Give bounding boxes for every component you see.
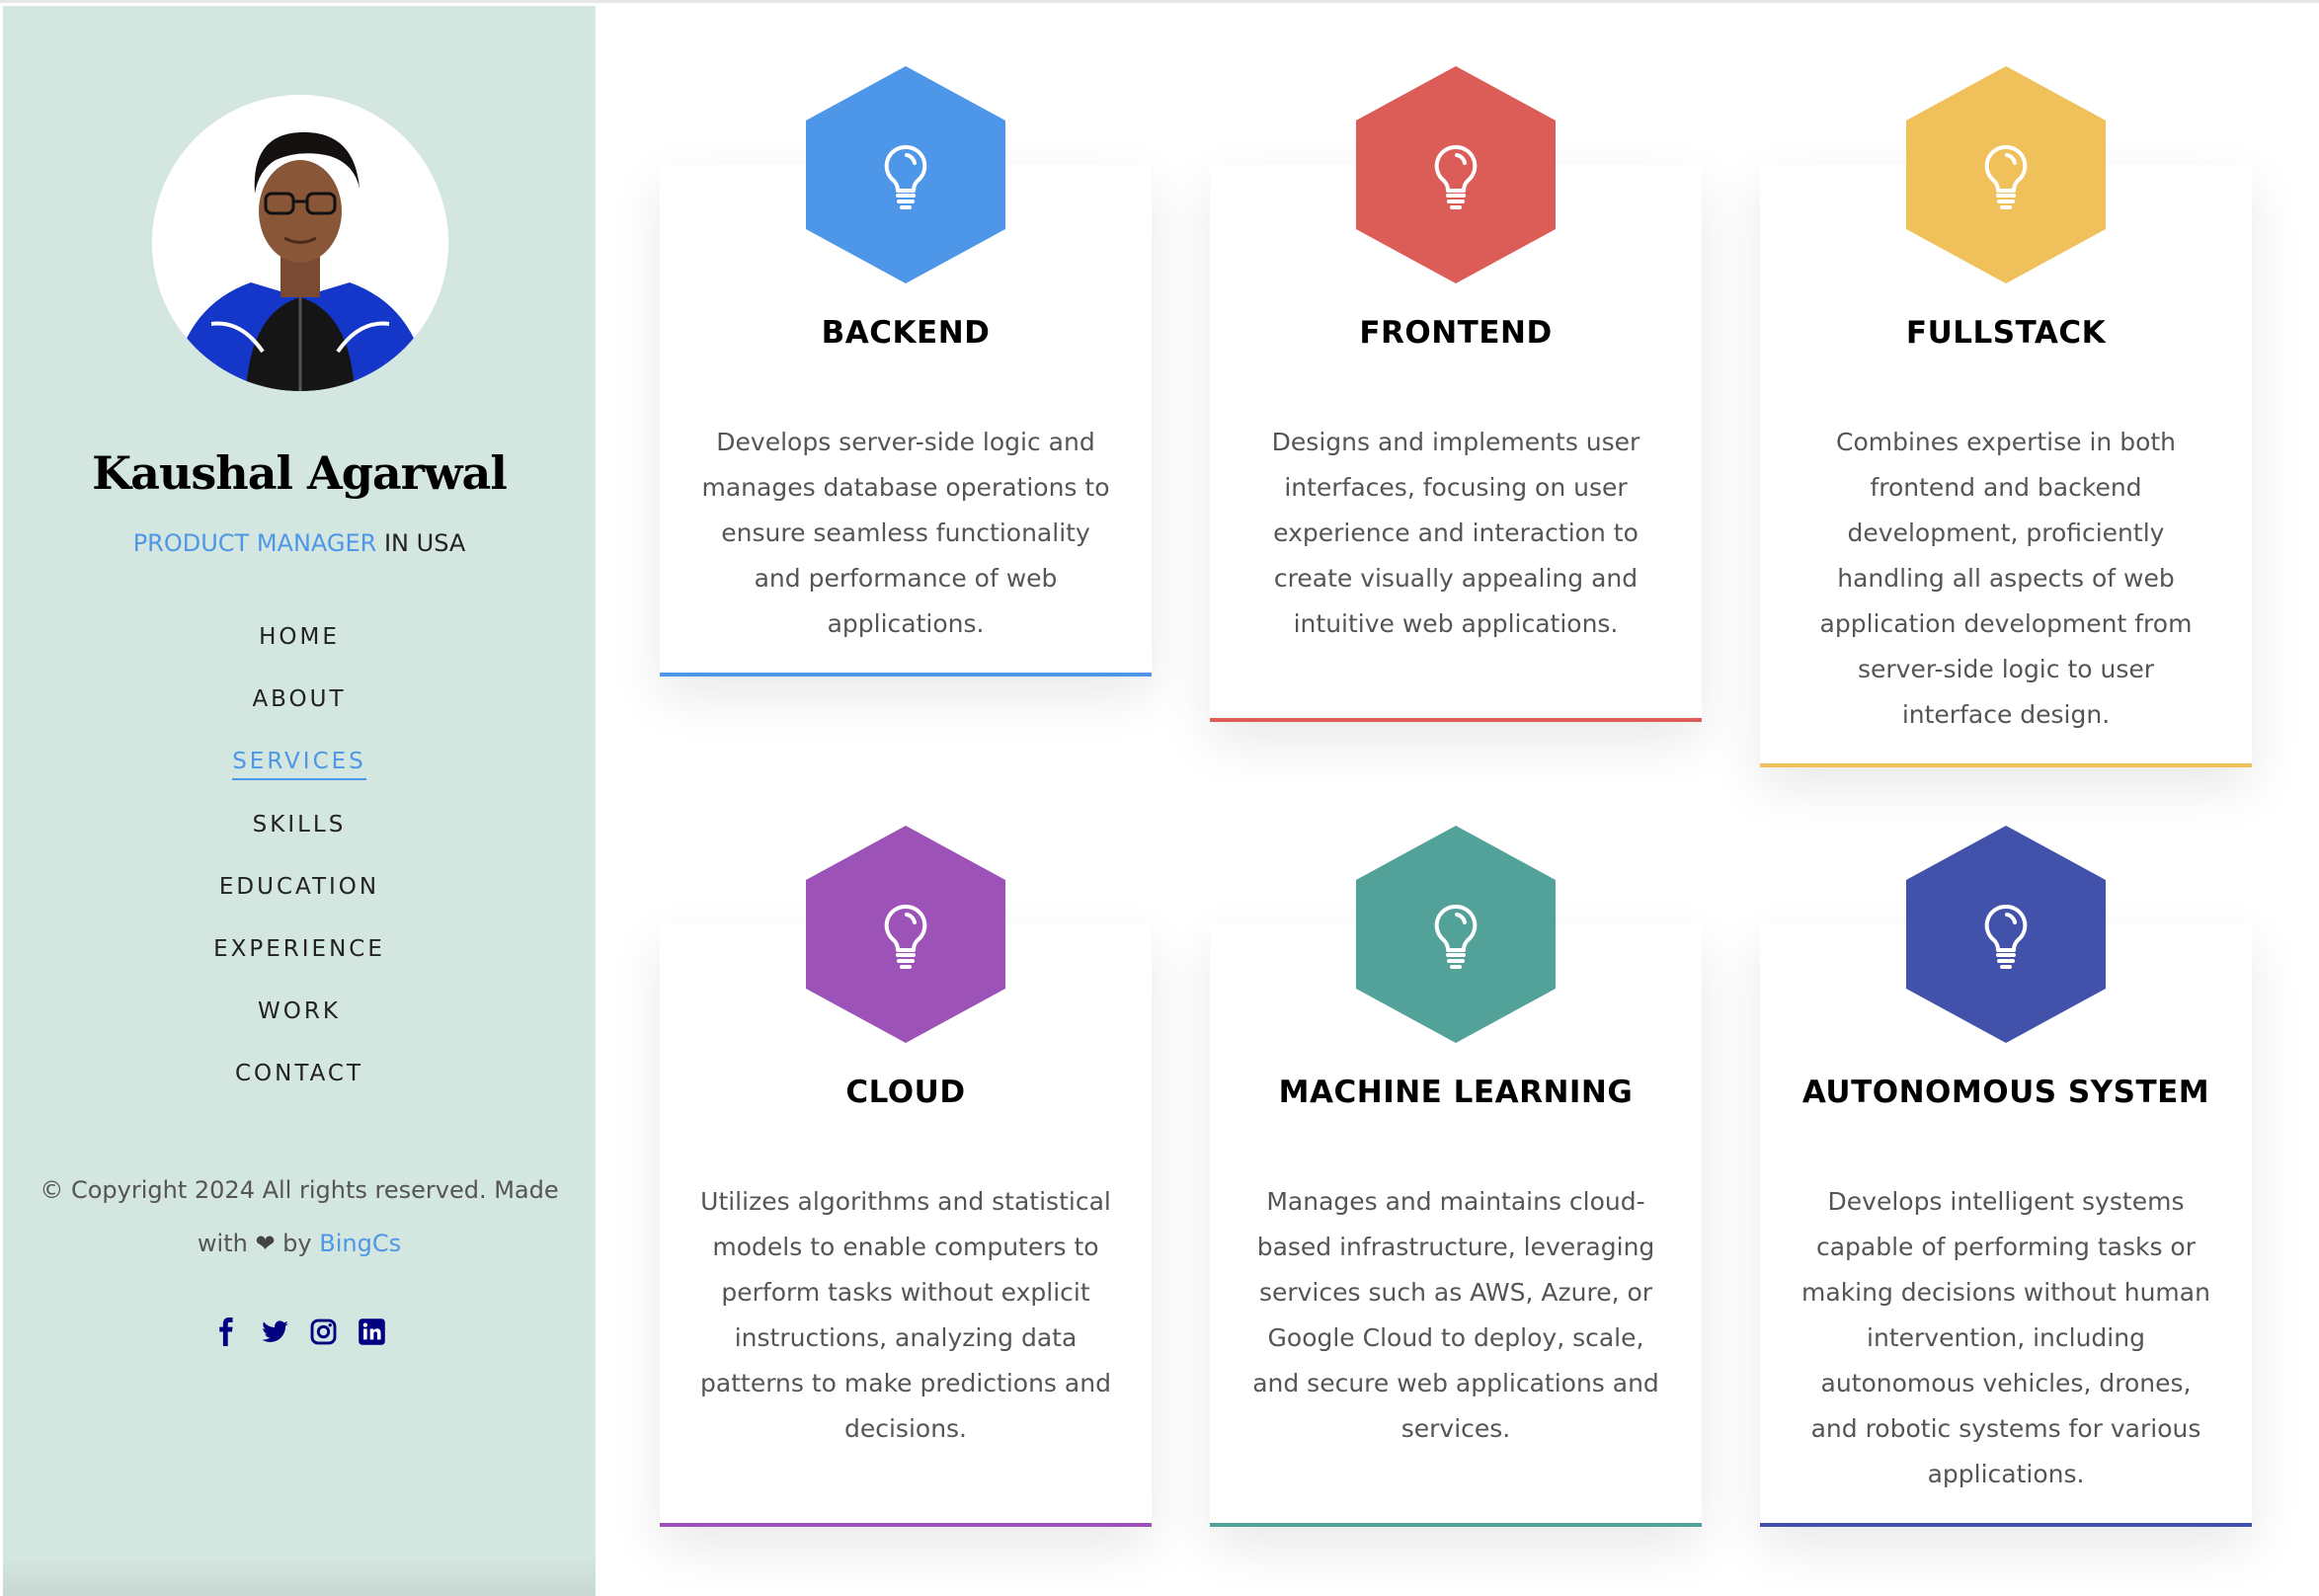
twitter-icon[interactable] xyxy=(261,1317,289,1346)
linkedin-icon[interactable] xyxy=(358,1317,386,1346)
nav-item-label: SERVICES xyxy=(232,749,366,781)
profile-role-location: IN USA xyxy=(376,529,466,557)
service-hexagon xyxy=(1356,826,1556,1043)
copyright-with: with xyxy=(197,1230,256,1257)
service-hexagon xyxy=(1906,66,2106,283)
nav-item-label: ABOUT xyxy=(252,686,347,713)
service-description: Develops server-side logic and manages d… xyxy=(701,428,1110,638)
service-card-backend[interactable]: BACKEND Develops server-side logic and m… xyxy=(660,66,1152,677)
service-description: Combines expertise in both frontend and … xyxy=(1819,428,2193,729)
nav-item-experience[interactable]: EXPERIENCE xyxy=(3,928,596,991)
service-description: Manages and maintains cloud-based infras… xyxy=(1252,1187,1659,1443)
service-card-machine-learning[interactable]: MACHINE LEARNING Manages and maintains c… xyxy=(1210,826,1702,1527)
service-title: MACHINE LEARNING xyxy=(1278,1075,1634,1110)
service-hexagon xyxy=(806,826,1005,1043)
service-hexagon xyxy=(1906,826,2106,1043)
service-card-autonomous-system[interactable]: AUTONOMOUS SYSTEM Develops intelligent s… xyxy=(1760,826,2252,1527)
service-title: FULLSTACK xyxy=(1905,315,2107,351)
service-hexagon xyxy=(1356,66,1556,283)
author-link[interactable]: BingCs xyxy=(319,1230,401,1257)
facebook-icon[interactable] xyxy=(212,1317,241,1346)
nav-item-services[interactable]: SERVICES xyxy=(3,741,596,803)
page: Kaushal Agarwal PRODUCT MANAGER IN USA H… xyxy=(0,0,2319,1596)
nav-item-home[interactable]: HOME xyxy=(3,616,596,678)
service-title: AUTONOMOUS SYSTEM xyxy=(1801,1075,2210,1110)
nav-item-work[interactable]: WORK xyxy=(3,991,596,1053)
nav-item-about[interactable]: ABOUT xyxy=(3,678,596,741)
service-description: Designs and implements user interfaces, … xyxy=(1271,428,1640,638)
service-card-fullstack[interactable]: FULLSTACK Combines expertise in both fro… xyxy=(1760,66,2252,767)
copyright-by: by xyxy=(275,1230,320,1257)
nav-item-contact[interactable]: CONTACT xyxy=(3,1053,596,1115)
service-description: Utilizes algorithms and statistical mode… xyxy=(700,1187,1111,1443)
profile-role: PRODUCT MANAGER IN USA xyxy=(3,529,596,557)
nav-item-label: CONTACT xyxy=(234,1061,364,1087)
instagram-icon[interactable] xyxy=(309,1317,338,1346)
nav-item-label: WORK xyxy=(258,998,341,1025)
copyright-text: © Copyright 2024 All rights reserved. Ma… xyxy=(33,1163,566,1270)
avatar xyxy=(152,95,448,391)
service-card-cloud[interactable]: CLOUD Utilizes algorithms and statistica… xyxy=(660,826,1152,1527)
profile-name: Kaushal Agarwal xyxy=(92,446,508,500)
service-hexagon xyxy=(806,66,1005,283)
service-description: Develops intelligent systems capable of … xyxy=(1801,1187,2210,1488)
profile-role-highlight: PRODUCT MANAGER xyxy=(132,529,377,557)
nav-item-label: SKILLS xyxy=(252,811,347,838)
nav-item-skills[interactable]: SKILLS xyxy=(3,804,596,866)
nav-item-education[interactable]: EDUCATION xyxy=(3,866,596,928)
sidebar: Kaushal Agarwal PRODUCT MANAGER IN USA H… xyxy=(3,6,596,1596)
service-title: FRONTEND xyxy=(1359,315,1553,351)
copyright-line: © Copyright 2024 All rights reserved. Ma… xyxy=(40,1176,559,1204)
nav-item-label: HOME xyxy=(259,624,340,650)
heart-icon: ❤ xyxy=(255,1230,276,1257)
nav-item-label: EDUCATION xyxy=(218,873,380,900)
nav-item-label: EXPERIENCE xyxy=(213,935,385,962)
service-title: CLOUD xyxy=(845,1075,966,1110)
social-links xyxy=(3,1317,596,1346)
service-title: BACKEND xyxy=(821,315,991,351)
service-card-frontend[interactable]: FRONTEND Designs and implements user int… xyxy=(1210,66,1702,722)
main-nav: HOME ABOUT SERVICES SKILLS EDUCATION EXP… xyxy=(3,616,596,1116)
